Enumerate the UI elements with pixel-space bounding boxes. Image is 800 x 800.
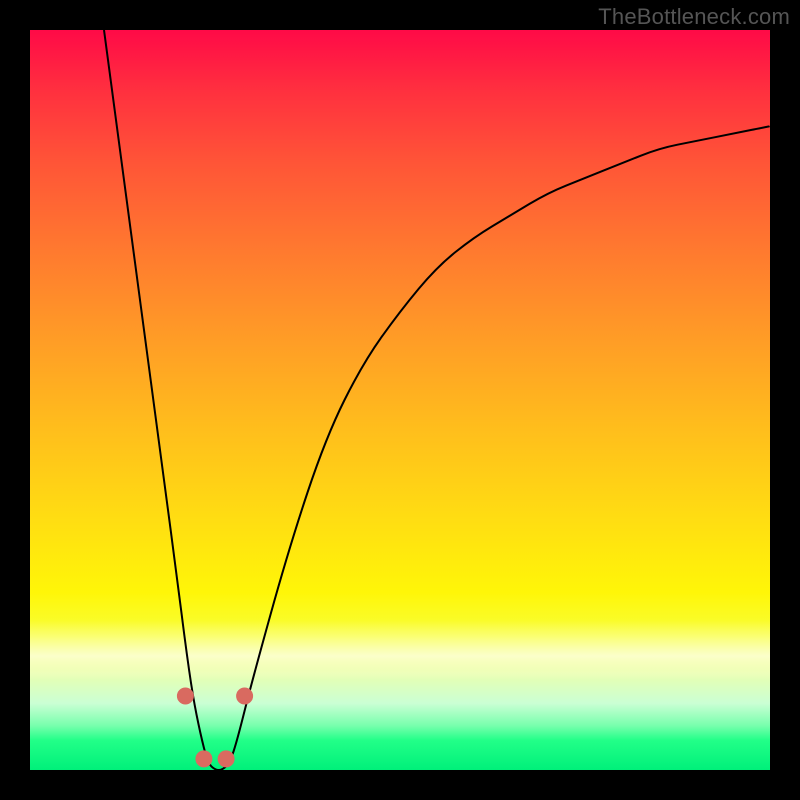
watermark-text: TheBottleneck.com	[598, 4, 790, 30]
bottleneck-curve-path	[104, 30, 770, 770]
curve-marker-3	[237, 688, 253, 704]
marker-layer	[177, 688, 252, 767]
glow-band	[30, 620, 770, 680]
curve-marker-1	[196, 751, 212, 767]
curve-marker-2	[218, 751, 234, 767]
chart-frame: TheBottleneck.com	[0, 0, 800, 800]
curve-svg	[30, 30, 770, 770]
plot-area	[30, 30, 770, 770]
curve-marker-0	[177, 688, 193, 704]
